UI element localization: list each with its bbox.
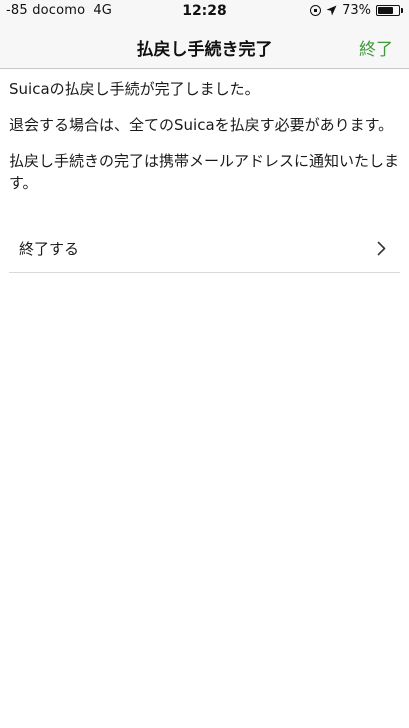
battery-tip	[401, 8, 403, 13]
finish-list-item[interactable]: 終了する	[9, 226, 400, 273]
chevron-right-icon	[377, 241, 386, 260]
rotation-lock-icon	[310, 5, 322, 16]
battery-icon	[376, 5, 400, 16]
location-arrow-icon	[326, 5, 337, 16]
finish-label: 終了する	[19, 240, 80, 258]
completion-message: Suicaの払戻し手続が完了しました。	[9, 80, 260, 98]
status-right-indicators: 73%	[310, 3, 403, 18]
page-title: 払戻し手続き完了	[136, 40, 273, 60]
withdrawal-note: 退会する場合は、全てのSuicaを払戻す必要があります。	[9, 116, 394, 134]
notification-note: 払戻し手続きの完了は携帯メールアドレスに通知いたします。	[9, 152, 400, 192]
battery-percentage: 73%	[342, 3, 371, 18]
done-button[interactable]: 終了	[359, 35, 393, 60]
battery-level-fill	[378, 7, 393, 14]
message-content: Suicaの払戻し手続が完了しました。 退会する場合は、全てのSuicaを払戻す…	[9, 78, 401, 208]
navigation-bar: 払戻し手続き完了 終了	[0, 22, 409, 69]
status-bar: -85 docomo 4G 12:28 73%	[0, 0, 409, 22]
